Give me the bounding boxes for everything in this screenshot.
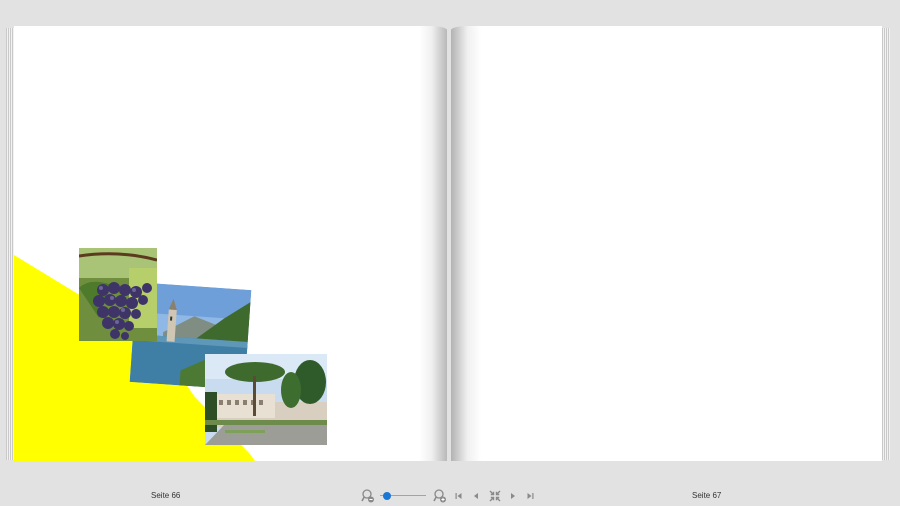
right-page-stack-edge	[882, 28, 890, 460]
zoom-slider-thumb[interactable]	[382, 492, 391, 500]
left-page-label: Seite 66	[151, 491, 181, 500]
fit-page-icon[interactable]	[488, 488, 502, 504]
zoom-in-icon[interactable]	[432, 488, 448, 504]
right-page-label: Seite 67	[692, 491, 722, 500]
photobook-viewer: Seite 66 Seite 67	[0, 0, 900, 506]
left-page[interactable]	[14, 26, 447, 461]
viewer-footer: Seite 66 Seite 67	[0, 484, 900, 506]
zoom-out-icon[interactable]	[360, 488, 376, 504]
navigation-controls	[360, 488, 540, 504]
previous-page-icon[interactable]	[470, 488, 482, 504]
next-page-icon[interactable]	[507, 488, 519, 504]
first-page-icon[interactable]	[453, 488, 465, 504]
grapes-photo[interactable]	[79, 248, 157, 341]
last-page-icon[interactable]	[524, 488, 536, 504]
town-square-photo[interactable]	[205, 354, 327, 445]
left-page-stack-edge	[6, 28, 14, 460]
right-page[interactable]	[451, 26, 882, 461]
